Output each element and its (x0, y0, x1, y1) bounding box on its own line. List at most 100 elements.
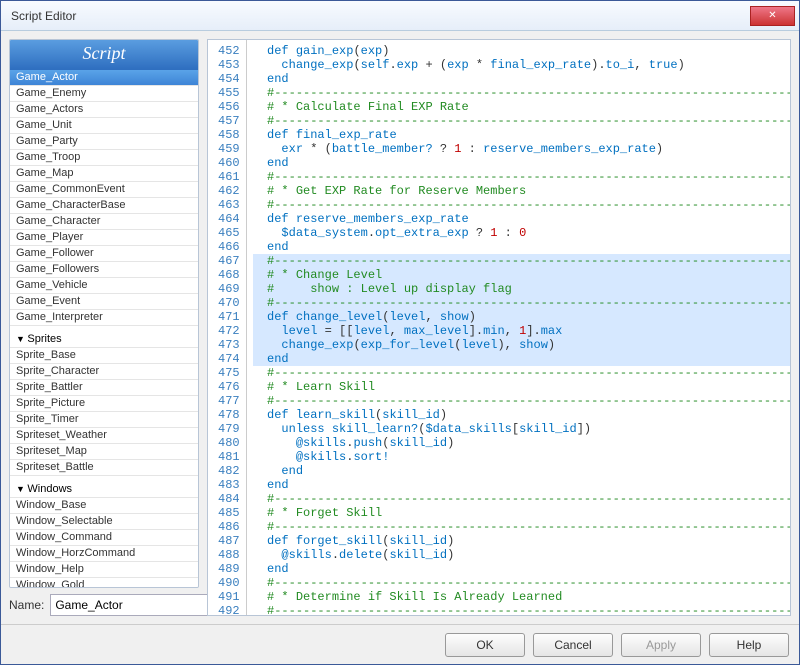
code-line[interactable]: @skills.sort! (253, 450, 790, 464)
script-list-item[interactable]: Sprite_Battler (10, 380, 198, 396)
script-list-item[interactable]: Game_Follower (10, 246, 198, 262)
code-line[interactable]: #---------------------------------------… (253, 198, 790, 212)
script-list-item[interactable]: Spriteset_Map (10, 444, 198, 460)
line-number: 488 (218, 548, 240, 562)
script-list-item[interactable]: Game_Actors (10, 102, 198, 118)
line-number: 482 (218, 464, 240, 478)
code-line[interactable]: # * Get EXP Rate for Reserve Members (253, 184, 790, 198)
code-line[interactable]: end (253, 352, 790, 366)
help-button[interactable]: Help (709, 633, 789, 657)
script-list-item[interactable]: Sprite_Timer (10, 412, 198, 428)
code-line[interactable]: # * Forget Skill (253, 506, 790, 520)
code-line[interactable]: #---------------------------------------… (253, 296, 790, 310)
script-list-item[interactable]: Game_Interpreter (10, 310, 198, 326)
script-list-item[interactable]: Sprite_Picture (10, 396, 198, 412)
line-number: 461 (218, 170, 240, 184)
name-label: Name: (9, 598, 44, 612)
script-list-item[interactable]: Game_Vehicle (10, 278, 198, 294)
code-line[interactable]: def forget_skill(skill_id) (253, 534, 790, 548)
script-section-header[interactable]: Sprites (10, 326, 198, 348)
code-line[interactable]: end (253, 562, 790, 576)
code-line[interactable]: level = [[level, max_level].min, 1].max (253, 324, 790, 338)
script-list-item[interactable]: Sprite_Character (10, 364, 198, 380)
script-list-item[interactable]: Game_Actor (10, 70, 198, 86)
code-line[interactable]: #---------------------------------------… (253, 254, 790, 268)
code-line[interactable]: #---------------------------------------… (253, 520, 790, 534)
script-list-item[interactable]: Window_Help (10, 562, 198, 578)
cancel-button[interactable]: Cancel (533, 633, 613, 657)
script-list-item[interactable]: Window_Command (10, 530, 198, 546)
code-line[interactable]: def change_level(level, show) (253, 310, 790, 324)
dialog-body: Script Game_ActorGame_EnemyGame_ActorsGa… (1, 31, 799, 624)
code-line[interactable]: @skills.push(skill_id) (253, 436, 790, 450)
script-list-item[interactable]: Game_Unit (10, 118, 198, 134)
titlebar[interactable]: Script Editor ✕ (1, 1, 799, 31)
script-list[interactable]: Game_ActorGame_EnemyGame_ActorsGame_Unit… (10, 70, 198, 587)
code-area[interactable]: def gain_exp(exp) change_exp(self.exp + … (247, 40, 790, 615)
code-line[interactable]: #---------------------------------------… (253, 492, 790, 506)
script-list-item[interactable]: Game_Enemy (10, 86, 198, 102)
code-line[interactable]: #---------------------------------------… (253, 576, 790, 590)
apply-button[interactable]: Apply (621, 633, 701, 657)
name-field-row: Name: (9, 594, 199, 616)
code-line[interactable]: $data_system.opt_extra_exp ? 1 : 0 (253, 226, 790, 240)
code-line[interactable]: end (253, 240, 790, 254)
script-list-item[interactable]: Window_Gold (10, 578, 198, 587)
script-list-panel: Script Game_ActorGame_EnemyGame_ActorsGa… (9, 39, 199, 588)
code-line[interactable]: # * Calculate Final EXP Rate (253, 100, 790, 114)
script-list-item[interactable]: Window_Selectable (10, 514, 198, 530)
line-number: 458 (218, 128, 240, 142)
code-line[interactable]: #---------------------------------------… (253, 366, 790, 380)
code-line[interactable]: change_exp(self.exp + (exp * final_exp_r… (253, 58, 790, 72)
window-title: Script Editor (11, 9, 750, 23)
name-input[interactable] (50, 594, 215, 616)
script-list-item[interactable]: Game_Troop (10, 150, 198, 166)
code-line[interactable]: #---------------------------------------… (253, 114, 790, 128)
script-list-item[interactable]: Window_HorzCommand (10, 546, 198, 562)
script-list-item[interactable]: Game_Map (10, 166, 198, 182)
code-line[interactable]: @skills.delete(skill_id) (253, 548, 790, 562)
code-line[interactable]: unless skill_learn?($data_skills[skill_i… (253, 422, 790, 436)
code-line[interactable]: change_exp(exp_for_level(level), show) (253, 338, 790, 352)
code-line[interactable]: end (253, 464, 790, 478)
line-number: 454 (218, 72, 240, 86)
line-number: 462 (218, 184, 240, 198)
script-list-item[interactable]: Game_Player (10, 230, 198, 246)
code-line[interactable]: exr * (battle_member? ? 1 : reserve_memb… (253, 142, 790, 156)
ok-button[interactable]: OK (445, 633, 525, 657)
script-list-item[interactable]: Game_CommonEvent (10, 182, 198, 198)
code-line[interactable]: #---------------------------------------… (253, 604, 790, 615)
code-line[interactable]: # * Learn Skill (253, 380, 790, 394)
code-line[interactable]: end (253, 156, 790, 170)
code-line[interactable]: def reserve_members_exp_rate (253, 212, 790, 226)
window-buttons: ✕ (750, 6, 795, 26)
button-bar: OK Cancel Apply Help (1, 624, 799, 664)
close-button[interactable]: ✕ (750, 6, 795, 26)
code-scroller[interactable]: 4524534544554564574584594604614624634644… (208, 40, 790, 615)
code-line[interactable]: end (253, 478, 790, 492)
code-line[interactable]: # show : Level up display flag (253, 282, 790, 296)
code-line[interactable]: def final_exp_rate (253, 128, 790, 142)
code-line[interactable]: #---------------------------------------… (253, 86, 790, 100)
script-list-item[interactable]: Game_Character (10, 214, 198, 230)
script-list-item[interactable]: Window_Base (10, 498, 198, 514)
script-list-item[interactable]: Spriteset_Weather (10, 428, 198, 444)
script-list-item[interactable]: Game_Followers (10, 262, 198, 278)
script-list-item[interactable]: Game_Event (10, 294, 198, 310)
script-section-header[interactable]: Windows (10, 476, 198, 498)
line-number: 469 (218, 282, 240, 296)
code-line[interactable]: #---------------------------------------… (253, 394, 790, 408)
panel-header: Script (10, 40, 198, 70)
line-gutter: 4524534544554564574584594604614624634644… (208, 40, 247, 615)
script-list-item[interactable]: Game_CharacterBase (10, 198, 198, 214)
line-number: 474 (218, 352, 240, 366)
code-line[interactable]: # * Change Level (253, 268, 790, 282)
code-line[interactable]: def gain_exp(exp) (253, 44, 790, 58)
code-line[interactable]: end (253, 72, 790, 86)
code-line[interactable]: def learn_skill(skill_id) (253, 408, 790, 422)
code-line[interactable]: # * Determine if Skill Is Already Learne… (253, 590, 790, 604)
script-list-item[interactable]: Spriteset_Battle (10, 460, 198, 476)
code-line[interactable]: #---------------------------------------… (253, 170, 790, 184)
script-list-item[interactable]: Sprite_Base (10, 348, 198, 364)
script-list-item[interactable]: Game_Party (10, 134, 198, 150)
